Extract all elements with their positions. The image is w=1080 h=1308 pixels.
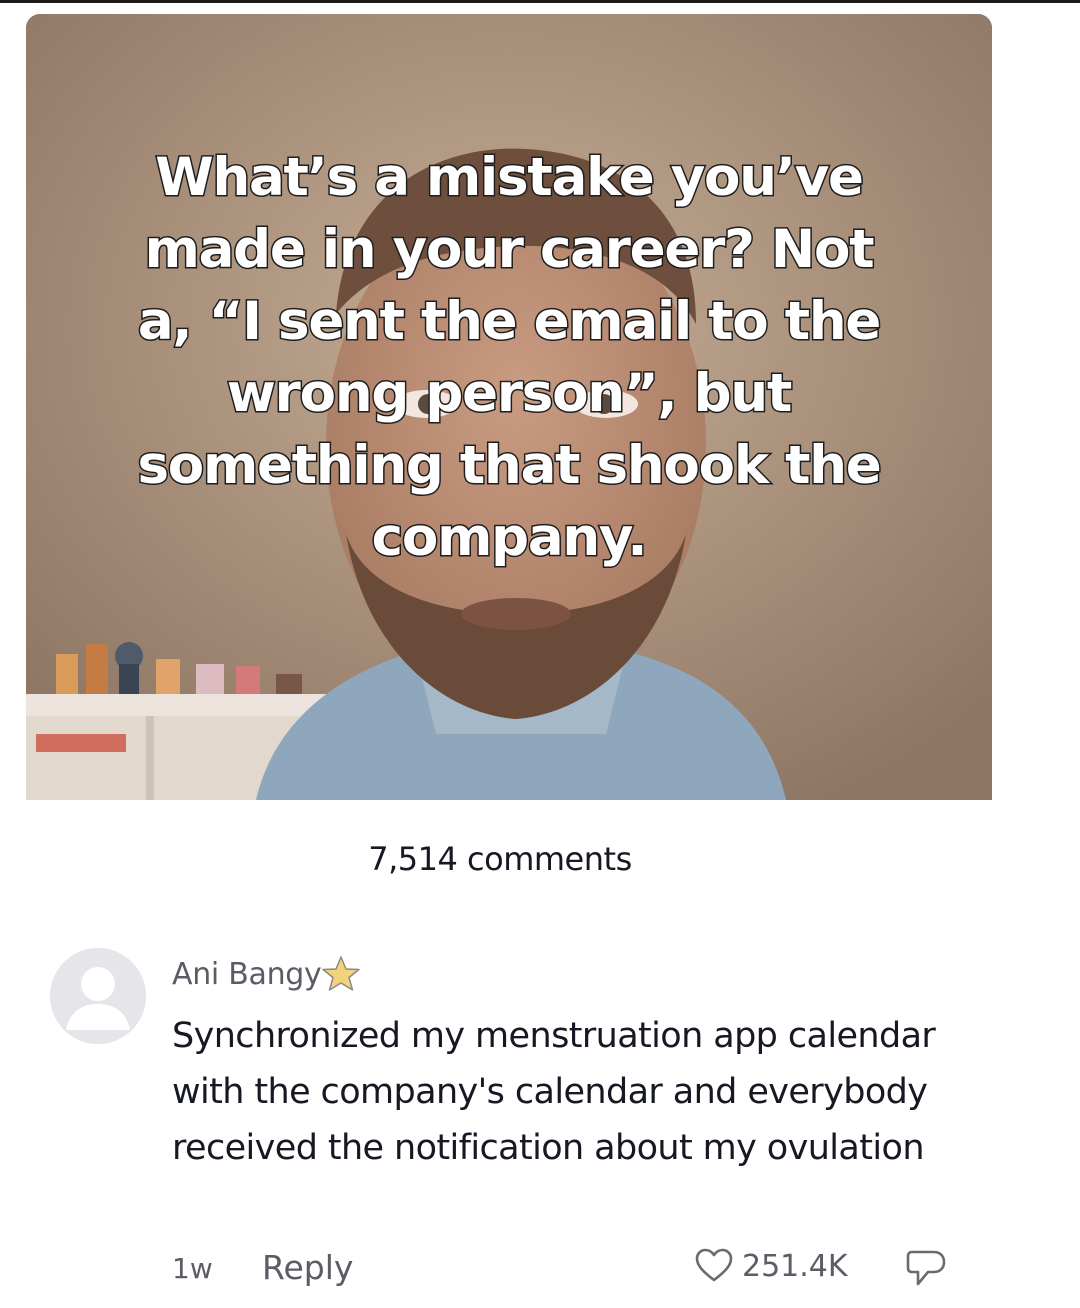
username-label: Ani Bangy: [172, 956, 322, 992]
video-caption-overlay: What’s a mistake you’ve made in your car…: [136, 146, 883, 570]
dislike-icon[interactable]: [904, 1246, 948, 1290]
avatar[interactable]: [50, 948, 146, 1044]
star-icon: [322, 956, 361, 991]
heart-icon: [695, 1248, 733, 1282]
default-avatar-icon: [50, 948, 146, 1044]
comment-meta-row: 1w Reply 251.4K: [172, 1244, 972, 1294]
comment-timestamp: 1w: [172, 1252, 213, 1285]
comment-text: Synchronized my menstruation app calenda…: [172, 1016, 936, 1168]
video-thumbnail[interactable]: What’s a mistake you’ve made in your car…: [26, 14, 992, 800]
like-count: 251.4K: [742, 1248, 848, 1284]
comment-author[interactable]: Ani Bangy: [172, 954, 361, 994]
top-divider: [0, 0, 1080, 3]
reply-button[interactable]: Reply: [262, 1248, 353, 1287]
comments-count: 7,514 comments: [368, 840, 632, 878]
like-button[interactable]: 251.4K: [694, 1246, 848, 1286]
